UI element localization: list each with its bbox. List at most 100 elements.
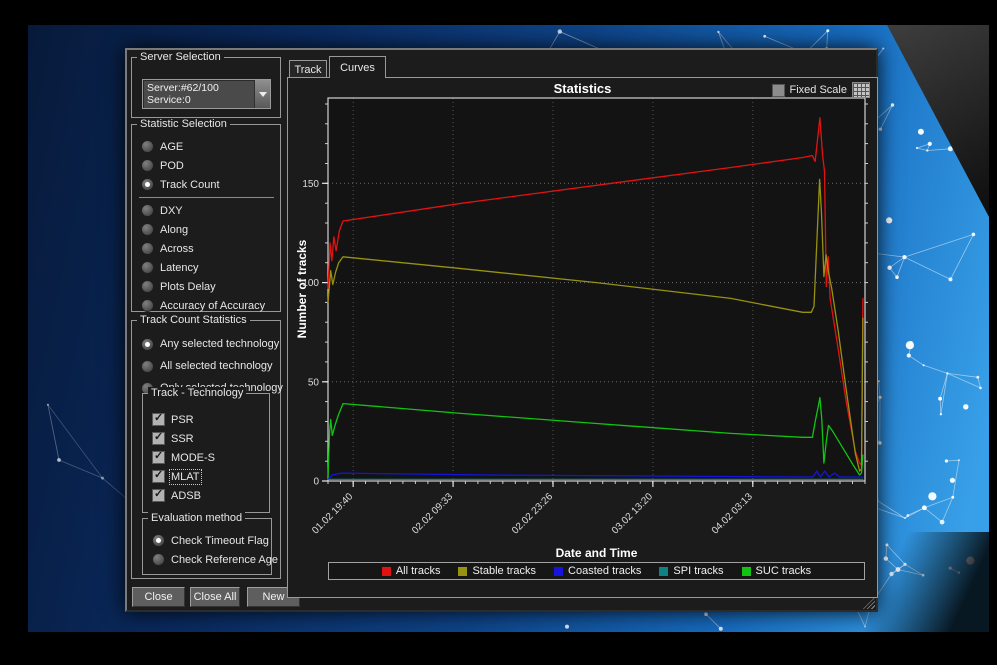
radio-icon [141, 299, 154, 312]
server-combobox[interactable]: Server:#62/100 Service:0 [142, 79, 271, 109]
svg-text:50: 50 [308, 377, 320, 388]
group-title: Track Count Statistics [137, 314, 250, 326]
plot-area[interactable]: 05010015001.02 19:4002.02 09:3302.02 23:… [328, 98, 865, 481]
radio-icon [141, 140, 154, 153]
statistics-window: Server Selection Server:#62/100 Service:… [125, 48, 878, 612]
svg-text:04.02 03:13: 04.02 03:13 [710, 491, 755, 536]
option-label: Check Reference Age [171, 554, 278, 566]
checkbox-mode-s[interactable]: MODE-S [143, 448, 269, 467]
fixed-scale-checkbox[interactable] [772, 84, 785, 97]
tab-track[interactable]: Track [289, 60, 327, 78]
legend-label: All tracks [396, 565, 441, 577]
statistics-chart: 05010015001.02 19:4002.02 09:3302.02 23:… [328, 98, 865, 481]
radio-icon [141, 280, 154, 293]
radio-track-count[interactable]: Track Count [132, 175, 280, 194]
radio-across[interactable]: Across [132, 239, 280, 258]
legend-swatch [458, 567, 467, 576]
checkbox-icon [152, 451, 165, 464]
svg-text:150: 150 [302, 179, 319, 190]
legend-label: SPI tracks [673, 565, 723, 577]
option-label: AGE [160, 141, 183, 153]
checkbox-adsb[interactable]: ADSB [143, 486, 269, 505]
radio-icon [141, 360, 154, 373]
checkbox-icon [152, 470, 165, 483]
curves-tab-panel: Statistics Fixed Scale Number of tracks … [287, 77, 878, 598]
svg-text:0: 0 [313, 477, 319, 488]
x-axis-title: Date and Time [328, 546, 865, 560]
option-label: Track Count [160, 179, 220, 191]
option-label: All selected technology [160, 360, 273, 372]
checkbox-mlat[interactable]: MLAT [143, 467, 269, 486]
close-all-button[interactable]: Close All [190, 587, 240, 607]
option-label: Across [160, 243, 194, 255]
option-label: POD [160, 160, 184, 172]
radio-icon [141, 204, 154, 217]
group-title: Server Selection [137, 51, 224, 63]
radio-check-reference-age[interactable]: Check Reference Age [143, 550, 271, 569]
radio-dxy[interactable]: DXY [132, 201, 280, 220]
radio-pod[interactable]: POD [132, 156, 280, 175]
legend-label: SUC tracks [756, 565, 812, 577]
option-label: DXY [160, 205, 183, 217]
svg-text:02.02 09:33: 02.02 09:33 [410, 491, 455, 536]
option-label: Along [160, 224, 188, 236]
checkbox-ssr[interactable]: SSR [143, 429, 269, 448]
checkbox-psr[interactable]: PSR [143, 410, 269, 429]
chart-legend: All tracksStable tracksCoasted tracksSPI… [328, 562, 865, 580]
track-technology-group: Track - Technology PSRSSRMODE-SMLATADSB [142, 393, 270, 513]
legend-swatch [742, 567, 751, 576]
radio-icon [141, 242, 154, 255]
option-label: Accuracy of Accuracy [160, 300, 265, 312]
svg-text:01.02 19:40: 01.02 19:40 [310, 491, 355, 536]
radio-icon [152, 553, 165, 566]
radio-icon [141, 223, 154, 236]
fixed-scale-label: Fixed Scale [790, 84, 847, 96]
radio-check-timeout-flag[interactable]: Check Timeout Flag [143, 531, 271, 550]
legend-item-suc-tracks: SUC tracks [742, 565, 812, 577]
option-label: PSR [171, 414, 194, 426]
option-label: Plots Delay [160, 281, 216, 293]
option-label: MLAT [171, 471, 200, 483]
group-title: Track - Technology [148, 387, 246, 399]
divider [139, 197, 274, 198]
server-selection-group: Server Selection Server:#62/100 Service:… [131, 57, 281, 118]
svg-text:100: 100 [302, 278, 319, 289]
legend-item-coasted-tracks: Coasted tracks [554, 565, 641, 577]
radio-age[interactable]: AGE [132, 137, 280, 156]
close-button[interactable]: Close [132, 587, 185, 607]
checkbox-icon [152, 413, 165, 426]
radio-accuracy-of-accuracy[interactable]: Accuracy of Accuracy [132, 296, 280, 315]
tab-curves[interactable]: Curves [329, 56, 386, 78]
checkbox-icon [152, 432, 165, 445]
radio-icon [141, 338, 154, 351]
legend-item-all-tracks: All tracks [382, 565, 441, 577]
option-label: MODE-S [171, 452, 215, 464]
svg-text:03.02 13:20: 03.02 13:20 [610, 491, 655, 536]
radio-icon [141, 178, 154, 191]
option-label: Latency [160, 262, 199, 274]
option-label: Any selected technology [160, 338, 279, 350]
radio-icon [141, 261, 154, 274]
legend-label: Coasted tracks [568, 565, 641, 577]
grid-icon[interactable] [852, 82, 870, 98]
radio-latency[interactable]: Latency [132, 258, 280, 277]
chevron-down-icon [259, 92, 267, 97]
radio-all-selected-technology[interactable]: All selected technology [132, 355, 280, 377]
option-label: Check Timeout Flag [171, 535, 269, 547]
legend-item-spi-tracks: SPI tracks [659, 565, 723, 577]
group-title: Evaluation method [148, 512, 245, 524]
radio-icon [152, 534, 165, 547]
radio-icon [141, 159, 154, 172]
combobox-dropdown-button[interactable] [254, 80, 270, 108]
track-count-statistics-group: Track Count Statistics Any selected tech… [131, 320, 281, 579]
radio-along[interactable]: Along [132, 220, 280, 239]
server-combobox-value: Server:#62/100 Service:0 [143, 80, 254, 108]
group-title: Statistic Selection [137, 118, 230, 130]
radio-plots-delay[interactable]: Plots Delay [132, 277, 280, 296]
legend-swatch [659, 567, 668, 576]
legend-swatch [382, 567, 391, 576]
option-label: SSR [171, 433, 194, 445]
statistic-selection-group: Statistic Selection AGEPODTrack Count DX… [131, 124, 281, 312]
radio-any-selected-technology[interactable]: Any selected technology [132, 333, 280, 355]
checkbox-icon [152, 489, 165, 502]
